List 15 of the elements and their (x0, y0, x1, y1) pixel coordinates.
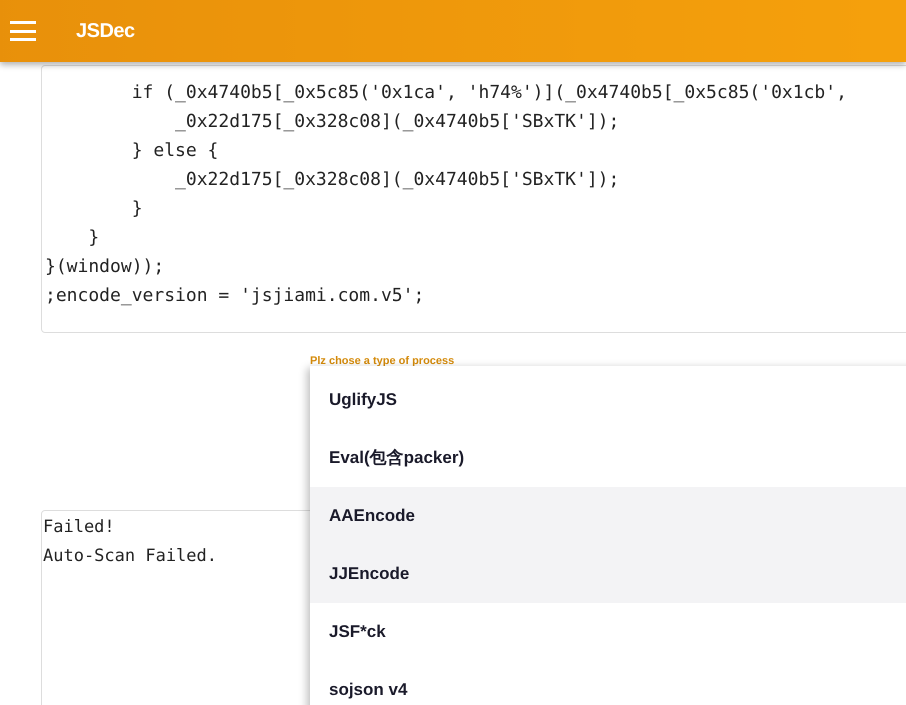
code-line: } (87, 226, 100, 250)
code-line: if (_0x4740b5[_0x5c85('0x1ca', 'h74%')](_0x4740b5[_0x5c85('0x1cb', (130, 81, 847, 105)
output-line: Auto-Scan Failed. (43, 545, 217, 568)
code-line: _0x22d175[_0x328c08](_0x4740b5['SBxTK']); (174, 110, 620, 134)
code-line: } (130, 197, 143, 221)
select-label: Plz chose a type of process (310, 354, 454, 369)
output-line: Failed! (43, 516, 115, 539)
menu-icon[interactable] (10, 21, 36, 41)
menu-option[interactable]: AAEncode (310, 487, 906, 545)
code-line: }(window)); (45, 255, 164, 279)
app-title: JSDec (76, 19, 135, 44)
menu-option[interactable]: JJEncode (310, 545, 906, 603)
code-line: ;encode_version = 'jsjiami.com.v5'; (45, 284, 424, 308)
code-line: } else { (130, 139, 218, 163)
code-line: _0x22d175[_0x328c08](_0x4740b5['SBxTK']); (174, 168, 620, 192)
